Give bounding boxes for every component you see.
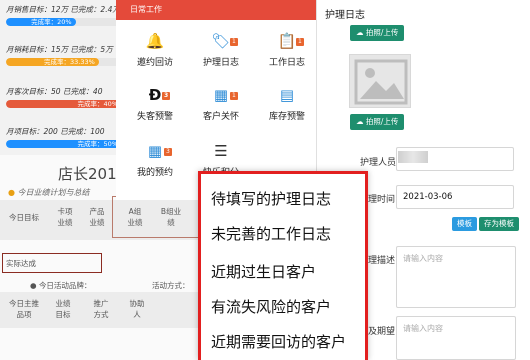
- stack-icon: ☰: [214, 142, 228, 160]
- plan-subtitle-text: 今日业绩计划与总结: [17, 188, 90, 197]
- stat-progress: 完成率：20%: [6, 18, 76, 26]
- tag-icon: 🏷 1: [211, 32, 238, 50]
- stat-items: 月项目标：200 已完成：100 完成率：50%: [6, 126, 122, 148]
- staff-name-blurred: [398, 151, 428, 163]
- grid-item-invite[interactable]: 🔔 邀约回访: [122, 30, 188, 68]
- daily-work-header: 日常工作: [116, 0, 316, 20]
- reminder-popup: 待填写的护理日志 未完善的工作日志 近期过生日客户 有流失风险的客户 近期需要回…: [198, 171, 368, 360]
- image-icon: [354, 59, 408, 105]
- col-header: 产品 业绩: [89, 207, 105, 227]
- plan-subtitle: ● 今日业绩计划与总结: [8, 187, 90, 198]
- upload-label: 拍照/上传: [365, 117, 399, 126]
- grid-item-stock-warning[interactable]: ▤ 库存预警: [254, 84, 320, 122]
- upload-button-2[interactable]: ☁ 拍照/上传: [350, 114, 405, 130]
- activity-brand-label: ● 今日活动品牌：: [30, 281, 92, 290]
- time-label: 理时间: [368, 195, 396, 205]
- badge: 1: [230, 38, 238, 46]
- col-header: B组业 绩: [160, 207, 182, 227]
- actual-achieved-label: 实际达成: [6, 259, 36, 268]
- cloud-upload-icon: ☁: [356, 117, 366, 126]
- form-title: 护理日志: [325, 10, 365, 21]
- save-template-button[interactable]: 存为模板: [479, 217, 519, 231]
- stat-visits: 月客次目标：50 已完成：40 完成率：40%: [6, 86, 122, 108]
- grid-item-work-log[interactable]: 📋 1 工作日志: [254, 30, 320, 68]
- col-header: 卡项 业绩: [57, 207, 73, 227]
- stat-progress: 完成率：50%: [6, 140, 122, 148]
- popup-item-revisit[interactable]: 近期需要回访的客户: [211, 331, 346, 352]
- grid-icon: ▦ 3: [147, 142, 172, 160]
- upload-label: 拍照/上传: [365, 28, 399, 37]
- staff-label: 护理人员: [360, 158, 397, 168]
- grid-item-label: 我的预约: [136, 168, 173, 178]
- grid-item-label: 邀约回访: [136, 58, 173, 68]
- popup-item-birthday[interactable]: 近期过生日客户: [211, 261, 316, 282]
- box-icon: ▤: [279, 86, 295, 104]
- badge: 3: [164, 148, 172, 156]
- badge: 3: [162, 92, 171, 100]
- grid-item-my-booking[interactable]: ▦ 3 我的预约: [122, 140, 188, 178]
- calendar-icon: ▦ 1: [213, 86, 238, 104]
- grid-item-label: 护理日志: [202, 58, 239, 68]
- bullet-icon: ●: [8, 188, 18, 197]
- col-header: A组 业绩: [127, 207, 143, 227]
- upload-button-1[interactable]: ☁ 拍照/上传: [350, 25, 405, 41]
- stat-sales: 月销售目标：12万 已完成：2.4万 完成率：20%: [6, 4, 122, 26]
- stat-consume: 月销耗目标：15万 已完成：5万 完成率：33.33%: [6, 44, 122, 66]
- stat-progress: 完成率：33.33%: [6, 58, 99, 66]
- stat-text: 月销耗目标：15万 已完成：5万: [6, 45, 113, 54]
- grid-item-label: 失客预警: [136, 112, 173, 122]
- photo-placeholder[interactable]: [349, 54, 411, 108]
- grid-item-lost-warning[interactable]: Đ3 失客预警: [122, 84, 188, 122]
- badge: 1: [296, 38, 304, 46]
- grid-item-customer-care[interactable]: ▦ 1 客户关怀: [188, 84, 254, 122]
- expect-textarea[interactable]: 请输入内容: [396, 316, 516, 360]
- stat-text: 月客次目标：50 已完成：40: [6, 87, 103, 96]
- col-header: 业绩 目标: [55, 299, 71, 319]
- col-header: 推广 方式: [93, 299, 109, 319]
- grid-item-label: 库存预警: [268, 112, 305, 122]
- popup-item-churn-risk[interactable]: 有流失风险的客户: [211, 296, 331, 317]
- stat-progress: 完成率：40%: [6, 100, 122, 108]
- popup-item-care-log[interactable]: 待填写的护理日志: [211, 188, 331, 209]
- desc-label: 理描述: [368, 256, 396, 266]
- badge: 1: [230, 92, 238, 100]
- activity-method-label: 活动方式：: [152, 281, 190, 290]
- col-header: 协助 人: [129, 299, 145, 319]
- col-header: 今日主推 品项: [9, 299, 39, 319]
- expect-label: 及期望: [368, 327, 396, 337]
- grid-item-care-log[interactable]: 🏷 1 护理日志: [188, 30, 254, 68]
- time-input[interactable]: 2021-03-06: [396, 185, 514, 209]
- stat-text: 月销售目标：12万 已完成：2.4万: [6, 5, 120, 14]
- cloud-upload-icon: ☁: [356, 28, 366, 37]
- stat-text: 月项目标：200 已完成：100: [6, 127, 105, 136]
- bell-icon: 🔔: [145, 32, 165, 50]
- desc-textarea[interactable]: 请输入内容: [396, 246, 516, 308]
- col-header: 今日目标: [9, 213, 39, 222]
- grid-item-label: 工作日志: [268, 58, 305, 68]
- grid-item-label: 客户关怀: [202, 112, 239, 122]
- doc-icon: 📋 1: [277, 32, 304, 50]
- template-button[interactable]: 模板: [452, 217, 477, 231]
- dong-icon: Đ3: [148, 86, 171, 104]
- popup-item-work-log[interactable]: 未完善的工作日志: [211, 223, 331, 244]
